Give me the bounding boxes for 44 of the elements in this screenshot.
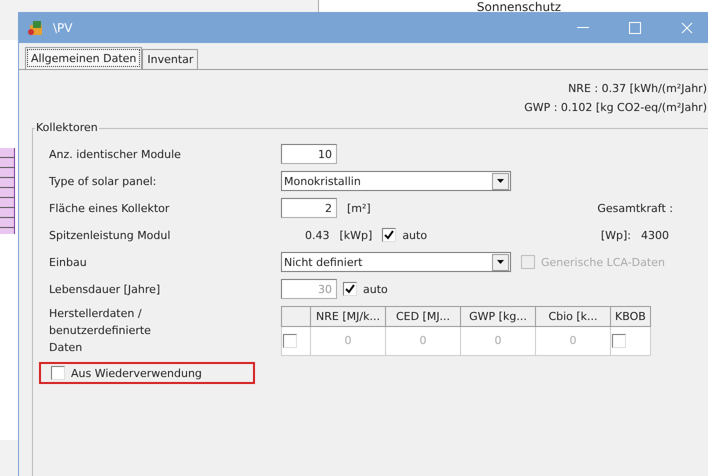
column-header: Cbio [k...	[536, 306, 610, 326]
field-label: Fläche eines Kollektor	[49, 202, 170, 214]
table-cell: 0	[460, 326, 536, 356]
field-label: Type of solar panel:	[49, 174, 158, 188]
field-label: Anz. identischer Module	[49, 148, 182, 160]
close-icon[interactable]	[681, 22, 693, 34]
column-header: GWP [kg...	[460, 306, 536, 326]
window-title: \PV	[53, 21, 74, 35]
column-header: KBOB	[610, 306, 650, 326]
table-cell: 0	[536, 326, 610, 356]
column-header: CED [MJ...	[386, 306, 460, 326]
column-header: NRE [MJ/k...	[310, 306, 386, 326]
field-label: Lebensdauer [Jahre]	[49, 282, 162, 296]
tab[interactable]: Inventar	[142, 49, 198, 69]
maximize-icon[interactable]	[629, 22, 641, 34]
input-field[interactable]: 2	[281, 198, 337, 218]
table-cell: 0	[386, 326, 460, 356]
total-power-label: Gesamtkraft :	[597, 202, 673, 214]
group-title: Kollektoren	[35, 121, 99, 134]
background-heading: Sonnenschutz	[476, 0, 562, 16]
unit-label: [kWp]	[340, 228, 372, 242]
field-label: Herstellerdaten / benutzerdefinierte Daten	[49, 306, 152, 356]
dropdown[interactable]: Monokristallin	[281, 171, 511, 191]
column-header	[282, 306, 310, 326]
field-label: Einbau	[49, 256, 88, 268]
value-text: 0.43	[305, 228, 330, 242]
auto-checkbox[interactable]: auto	[382, 228, 428, 242]
field-label: Spitzenleistung Modul	[49, 228, 172, 242]
input-field[interactable]: 10	[281, 144, 337, 164]
minimize-icon[interactable]	[577, 27, 589, 29]
tab[interactable]: Allgemeinen Daten	[25, 47, 142, 69]
unit-label: [m²]	[347, 202, 371, 214]
unit-label: [Wp]:	[600, 228, 631, 242]
reuse-checkbox[interactable]: Aus Wiederverwendung	[39, 362, 255, 384]
indicator-text: NRE : 0.37 [kWh/(m²Jahr)	[568, 82, 707, 95]
checkbox[interactable]	[382, 228, 396, 242]
checkbox[interactable]	[51, 366, 65, 380]
checkbox[interactable]	[283, 334, 297, 348]
total-power-value: 4300	[641, 228, 669, 242]
table-cell: 0	[310, 326, 386, 356]
app-icon	[27, 19, 45, 37]
checkbox[interactable]	[612, 334, 626, 348]
dropdown[interactable]: Nicht definiert	[281, 252, 511, 272]
indicator-text: GWP : 0.102 [kg CO2-eq/(m²Jahr)	[524, 101, 707, 114]
